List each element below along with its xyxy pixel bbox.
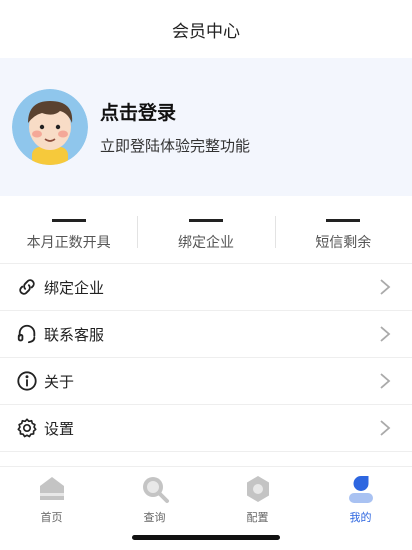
info-icon — [16, 370, 38, 392]
headset-icon — [16, 323, 38, 345]
menu-item-settings[interactable]: 设置 — [0, 405, 412, 452]
stat-label: 短信剩余 — [315, 234, 372, 251]
chevron-right-icon — [378, 278, 392, 296]
tab-config[interactable]: 配置 — [206, 467, 309, 526]
login-title[interactable]: 点击登录 — [100, 98, 250, 125]
login-subtitle: 立即登陆体验完整功能 — [100, 137, 251, 155]
stat-value-placeholder — [51, 218, 86, 222]
tab-home[interactable]: 首页 — [0, 467, 103, 526]
config-icon — [243, 474, 273, 504]
link-icon — [16, 276, 38, 298]
stat-sms-remaining: 短信剩余 — [274, 214, 412, 254]
menu-item-contact-support[interactable]: 联系客服 — [0, 311, 412, 358]
menu-item-label: 绑定企业 — [44, 278, 105, 297]
tab-label: 配置 — [246, 511, 269, 524]
tab-query[interactable]: 查询 — [103, 467, 206, 526]
tab-label: 我的 — [349, 511, 372, 524]
menu-item-about[interactable]: 关于 — [0, 358, 412, 405]
chevron-right-icon — [378, 372, 392, 390]
search-icon — [140, 474, 170, 504]
menu-item-bind-company[interactable]: 绑定企业 — [0, 264, 412, 311]
avatar[interactable] — [12, 89, 88, 165]
home-icon — [37, 474, 67, 504]
menu-item-label: 联系客服 — [44, 325, 105, 344]
profile-icon — [346, 474, 376, 504]
menu-list: 绑定企业 联系客服 关于 设置 — [0, 263, 412, 452]
header: 会员中心 — [0, 0, 412, 58]
stat-bound-companies: 绑定企业 — [137, 214, 274, 254]
menu-item-label: 关于 — [44, 372, 75, 391]
stats-row: 本月正数开具 绑定企业 短信剩余 — [0, 205, 412, 263]
stat-value-placeholder — [188, 218, 223, 222]
page-title: 会员中心 — [172, 21, 240, 42]
profile-card[interactable]: 点击登录 立即登陆体验完整功能 — [0, 58, 412, 196]
home-indicator — [132, 535, 280, 540]
tab-bar: 首页 查询 配置 我的 — [0, 466, 412, 526]
gear-icon — [16, 417, 38, 439]
chevron-right-icon — [378, 419, 392, 437]
stat-invoices: 本月正数开具 — [0, 214, 137, 254]
stat-label: 绑定企业 — [177, 234, 234, 251]
stat-value-placeholder — [326, 218, 361, 222]
menu-item-label: 设置 — [44, 419, 75, 438]
tab-label: 查询 — [143, 511, 166, 524]
chevron-right-icon — [378, 325, 392, 343]
tab-label: 首页 — [40, 511, 63, 524]
tab-mine[interactable]: 我的 — [309, 467, 412, 526]
stat-label: 本月正数开具 — [26, 234, 111, 251]
